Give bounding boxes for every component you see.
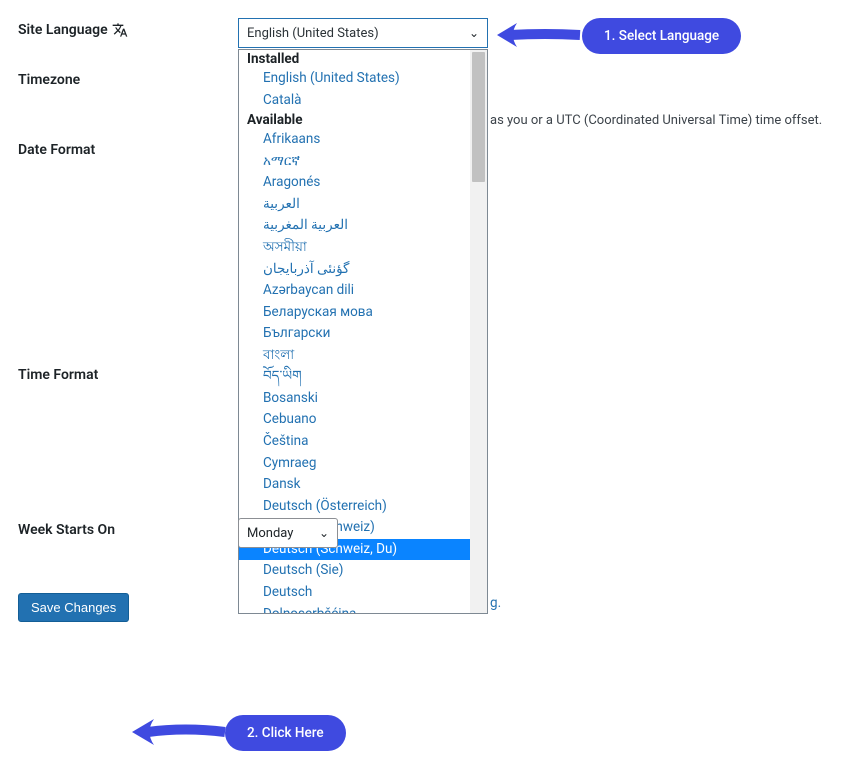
week-starts-select[interactable]: Monday ⌄ xyxy=(238,518,338,548)
language-option[interactable]: Deutsch xyxy=(239,582,470,604)
callout-select-language: 1. Select Language xyxy=(582,18,741,54)
translate-icon xyxy=(112,22,128,38)
timezone-help-text: as you or a UTC (Coordinated Universal T… xyxy=(490,113,822,128)
site-language-label: Site Language xyxy=(18,18,238,38)
arrow-2 xyxy=(130,712,230,752)
week-starts-value: Monday xyxy=(247,526,293,541)
save-changes-button[interactable]: Save Changes xyxy=(18,593,129,622)
language-option[interactable]: Deutsch (Sie) xyxy=(239,560,470,582)
language-option[interactable]: Deutsch (Österreich) xyxy=(239,496,470,518)
chevron-down-icon: ⌄ xyxy=(469,26,479,40)
chevron-down-icon: ⌄ xyxy=(319,526,329,540)
language-group-installed: Installed xyxy=(239,50,470,68)
language-option[interactable]: Dolnoserbšćina xyxy=(239,604,470,614)
callout-click-here: 2. Click Here xyxy=(225,715,346,751)
language-select-value: English (United States) xyxy=(247,26,379,41)
timezone-label: Timezone xyxy=(18,68,238,88)
link-fragment[interactable]: g. xyxy=(490,595,501,611)
language-select[interactable]: English (United States) ⌄ xyxy=(238,18,488,48)
week-starts-on-label: Week Starts On xyxy=(18,518,238,538)
arrow-1 xyxy=(495,15,585,55)
date-format-label: Date Format xyxy=(18,138,238,158)
time-format-label: Time Format xyxy=(18,363,238,383)
